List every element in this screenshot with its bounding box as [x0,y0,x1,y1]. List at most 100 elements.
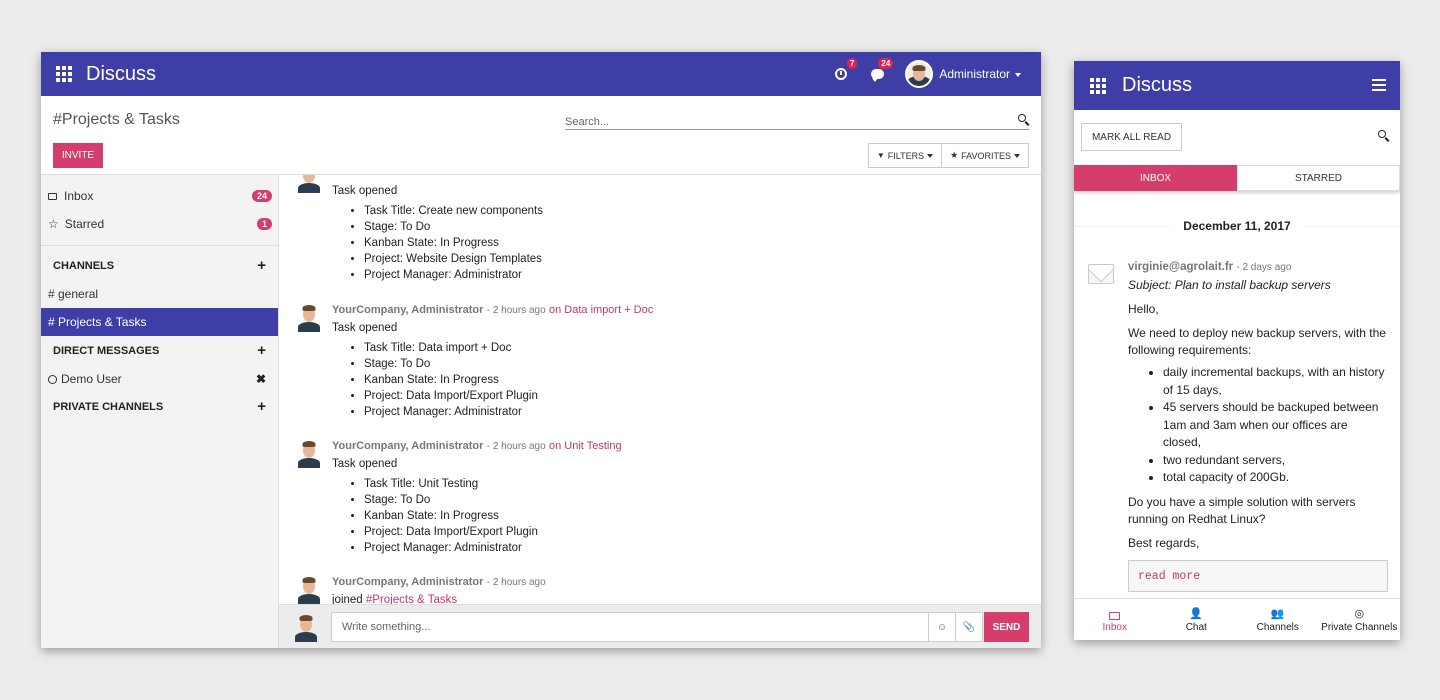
nav-label: Chat [1185,621,1207,633]
invite-button[interactable]: INVITE [53,143,103,168]
mobile-thread: December 11, 2017 virginie@agrolait.fr -… [1074,191,1400,598]
sidebar-item-label: Starred [64,217,105,231]
composer: ☺ 📎 SEND [279,604,1041,648]
author-name[interactable]: YourCompany, Administrator [332,576,483,588]
channel-link[interactable]: #Projects & Tasks [366,594,457,604]
sidebar-item-inbox[interactable]: Inbox 24 [41,182,278,210]
starred-counter: 1 [256,218,272,230]
message-text: Task opened [332,458,398,470]
add-private-channel-plus-icon[interactable]: + [257,398,266,415]
message-text: Task opened [332,185,398,197]
message-input[interactable] [332,621,920,633]
user-icon: 👤 [1189,607,1204,620]
tracking-list: Task Title: Create new components Stage:… [364,205,1021,285]
list-item: total capacity of 200Gb. [1163,469,1388,487]
app-title: Discuss [1122,74,1193,96]
filters-button[interactable]: ▼ FILTERS [867,143,943,168]
users-icon: 👥 [1270,607,1285,620]
user-menu[interactable]: Administrator [939,67,1021,81]
read-more-button[interactable]: read more [1128,559,1388,592]
breadcrumb: #Projects & Tasks [53,111,180,128]
sidebar-item-label: Demo User [61,372,122,386]
chat-bubble-icon [870,69,884,82]
star-icon: ★ [950,150,959,160]
list-item: Project: Website Design Templates [364,253,1021,269]
sidebar-item-label: Inbox [64,189,94,203]
sidebar-item-general[interactable]: # general [41,280,278,308]
tab-starred[interactable]: STARRED [1237,165,1400,191]
add-dm-plus-icon[interactable]: + [257,342,266,359]
message-text: joined #Projects & Tasks [332,594,1021,604]
messages-button[interactable]: 24 [863,58,894,84]
inbox-icon [1109,607,1121,620]
nav-channels[interactable]: 👥 Channels [1237,599,1319,640]
sender-email[interactable]: virginie@agrolait.fr [1128,261,1233,273]
tracking-list: Task Title: Unit Testing Stage: To Do Ka… [364,478,1021,558]
desktop-discuss-window: Discuss 7 24 Administrator #Projects & T… [41,52,1041,648]
message-time: - 2 days ago [1236,262,1292,273]
message-text: Task opened [332,322,398,334]
clock-icon [835,68,848,80]
tracking-list: Task Title: Data import + Doc Stage: To … [364,342,1021,422]
tab-inbox[interactable]: INBOX [1074,165,1237,191]
nav-label: Inbox [1102,621,1127,633]
list-item: Kanban State: In Progress [364,374,1021,390]
search-icon[interactable] [1018,114,1026,122]
list-item: Task Title: Data import + Doc [364,342,1021,358]
list-item: Task Title: Unit Testing [364,478,1021,494]
channels-header[interactable]: CHANNELS [53,260,114,272]
discuss-sidebar: Inbox 24 ☆ Starred 1 CHANNELS + # genera… [41,175,279,648]
activity-button[interactable]: 7 [827,58,858,84]
mark-all-read-button[interactable]: MARK ALL READ [1081,123,1182,151]
smile-icon[interactable]: ☺ [929,612,956,642]
search-input[interactable] [565,112,1005,128]
mobile-discuss-window: Discuss MARK ALL READ INBOX STARRED Dece… [1074,61,1400,640]
direct-messages-header[interactable]: DIRECT MESSAGES [53,345,159,357]
inbox-icon [48,192,57,200]
apps-grid-icon[interactable] [1090,77,1106,94]
author-name[interactable]: YourCompany, Administrator [332,304,483,316]
star-icon: ☆ [48,217,59,231]
composer-avatar [293,612,319,642]
author-name[interactable]: YourCompany, Administrator [332,440,483,452]
inbox-counter: 24 [251,190,272,202]
joined-text: joined [332,594,363,604]
list-item: Stage: To Do [364,358,1021,374]
mobile-control-panel: MARK ALL READ [1074,110,1400,166]
sidebar-item-projects-tasks[interactable]: # Projects & Tasks [41,308,278,336]
record-link[interactable]: on Data import + Doc [549,304,653,316]
activity-badge: 7 [846,58,858,69]
sidebar-item-label: # Projects & Tasks [48,315,147,329]
record-link[interactable]: on Unit Testing [549,440,622,452]
search-icon[interactable] [1378,130,1386,138]
caret-down-icon [1014,153,1020,158]
send-button[interactable]: SEND [984,612,1029,642]
nav-inbox[interactable]: Inbox [1074,599,1156,640]
list-item: Project Manager: Administrator [364,269,1021,285]
sidebar-item-starred[interactable]: ☆ Starred 1 [41,210,278,238]
main-navbar: Discuss 7 24 Administrator [41,52,1041,96]
apps-grid-icon[interactable] [56,66,72,82]
nav-chat[interactable]: 👤 Chat [1156,599,1238,640]
list-item: Project Manager: Administrator [364,406,1021,422]
email-question: Do you have a simple solution with serve… [1128,494,1356,526]
offline-status-icon [48,374,57,384]
email-message: virginie@agrolait.fr - 2 days ago Subjec… [1128,261,1388,592]
sidebar-item-demo-user[interactable]: Demo User ✖ [41,365,278,393]
user-avatar[interactable] [905,60,934,88]
paperclip-icon[interactable]: 📎 [956,612,983,642]
favorites-button[interactable]: ★ FAVORITES [942,143,1029,168]
close-icon[interactable]: ✖ [256,372,266,386]
menu-icon[interactable] [1372,79,1386,94]
add-channel-plus-icon[interactable]: + [257,257,266,274]
envelope-icon [1088,264,1114,284]
search-options: ▼ FILTERS ★ FAVORITES [867,143,1029,168]
private-channels-header[interactable]: PRIVATE CHANNELS [53,401,163,413]
nav-private-channels[interactable]: ◎ Private Channels [1319,599,1401,640]
author-avatar [296,302,322,332]
author-avatar [296,438,322,468]
message-time: - 2 hours ago [486,305,546,316]
filters-label: FILTERS [887,150,925,161]
email-intro: We need to deploy new backup servers, wi… [1128,326,1386,357]
list-item: 45 servers should be backuped between 1a… [1163,399,1388,452]
